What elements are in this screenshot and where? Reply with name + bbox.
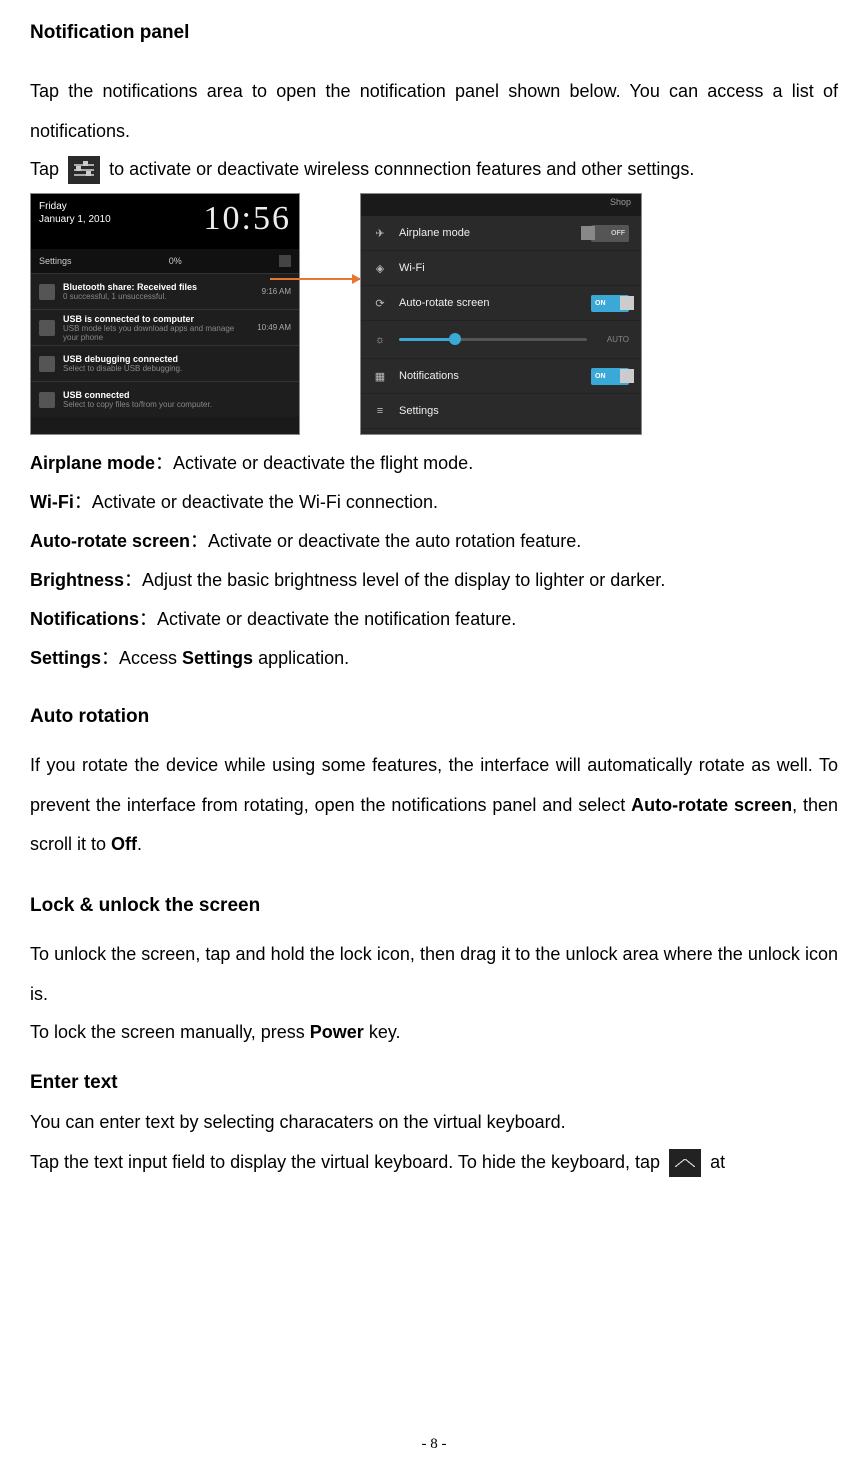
def-notifications: Notifications：Activate or deactivate the… bbox=[30, 601, 838, 637]
def-brightness: Brightness：Adjust the basic brightness l… bbox=[30, 562, 838, 598]
intro-paragraph: Tap the notifications area to open the n… bbox=[30, 72, 838, 151]
def-term: Airplane mode bbox=[30, 453, 155, 473]
lock-paragraph: To lock the screen manually, press Power… bbox=[30, 1014, 838, 1050]
autorotate-label: Auto-rotate screen bbox=[399, 297, 579, 309]
para-text: key. bbox=[364, 1022, 401, 1042]
def-desc: ：Activate or deactivate the Wi-Fi connec… bbox=[74, 492, 438, 512]
notif-sub: USB mode lets you download apps and mana… bbox=[63, 324, 249, 342]
brightness-slider bbox=[399, 338, 587, 341]
notif-header: Friday January 1, 2010 10:56 bbox=[31, 194, 299, 249]
heading-auto-rotation: Auto rotation bbox=[30, 706, 838, 728]
autorotation-paragraph: If you rotate the device while using som… bbox=[30, 746, 838, 865]
def-term: Settings bbox=[30, 648, 101, 668]
notif-sub: 0 successful, 1 unsuccessful. bbox=[63, 292, 254, 301]
hide-keyboard-icon bbox=[669, 1149, 701, 1177]
quick-row-brightness: ☼ AUTO bbox=[361, 321, 641, 359]
airplane-label: Airplane mode bbox=[399, 227, 579, 239]
quick-row-notifications: ▦ Notifications ON bbox=[361, 359, 641, 394]
page-number: - 8 - bbox=[0, 1436, 868, 1453]
notif-date: January 1, 2010 bbox=[39, 213, 111, 226]
def-desc: ：Activate or deactivate the auto rotatio… bbox=[190, 531, 581, 551]
quick-settings-icon bbox=[279, 255, 291, 267]
def-desc: ：Activate or deactivate the flight mode. bbox=[155, 453, 473, 473]
entertext-para1: You can enter text by selecting characat… bbox=[30, 1104, 838, 1140]
def-term: Notifications bbox=[30, 609, 139, 629]
para-bold: Off bbox=[111, 834, 137, 854]
unlock-paragraph: To unlock the screen, tap and hold the l… bbox=[30, 935, 838, 1014]
settings-label: Settings bbox=[399, 405, 629, 417]
tap-prefix: Tap bbox=[30, 159, 59, 179]
para-text: Tap the text input field to display the … bbox=[30, 1152, 665, 1172]
def-term: Brightness bbox=[30, 570, 124, 590]
para-bold: Auto-rotate screen bbox=[631, 795, 792, 815]
def-desc-1: ：Access bbox=[101, 648, 182, 668]
notif-title: USB is connected to computer bbox=[63, 314, 249, 324]
notif-time-label: 9:16 AM bbox=[262, 287, 291, 296]
notif-time-label: 10:49 AM bbox=[257, 323, 291, 332]
def-desc: ：Adjust the basic brightness level of th… bbox=[124, 570, 665, 590]
notifications-toggle: ON bbox=[591, 368, 629, 385]
airplane-icon: ✈ bbox=[373, 226, 387, 240]
bluetooth-icon bbox=[39, 284, 55, 300]
notif-item-bluetooth: Bluetooth share: Received files 0 succes… bbox=[31, 273, 299, 309]
slider-thumb bbox=[449, 333, 461, 345]
para-text: To lock the screen manually, press bbox=[30, 1022, 310, 1042]
notif-statusbar: Settings 0% bbox=[31, 249, 299, 273]
quick-row-wifi: ◈ Wi-Fi bbox=[361, 251, 641, 286]
wifi-icon: ◈ bbox=[373, 261, 387, 275]
notif-item-usb-debug: USB debugging connected Select to disabl… bbox=[31, 345, 299, 381]
para-bold: Power bbox=[310, 1022, 364, 1042]
notif-item-usb-storage: USB connected Select to copy files to/fr… bbox=[31, 381, 299, 417]
brightness-auto-label: AUTO bbox=[607, 335, 629, 344]
heading-notification-panel: Notification panel bbox=[30, 22, 838, 44]
para-text: . bbox=[137, 834, 142, 854]
wifi-label: Wi-Fi bbox=[399, 262, 629, 274]
notif-title: USB connected bbox=[63, 390, 291, 400]
quick-row-settings: ≡ Settings bbox=[361, 394, 641, 429]
quick-row-autorotate: ⟳ Auto-rotate screen ON bbox=[361, 286, 641, 321]
notif-title: Bluetooth share: Received files bbox=[63, 282, 254, 292]
bell-icon: ▦ bbox=[373, 369, 387, 383]
autorotate-toggle: ON bbox=[591, 295, 629, 312]
heading-lock-unlock: Lock & unlock the screen bbox=[30, 895, 838, 917]
entertext-para2: Tap the text input field to display the … bbox=[30, 1146, 838, 1178]
settings-toggle-icon bbox=[68, 156, 100, 184]
notif-day: Friday bbox=[39, 200, 111, 213]
def-settings: Settings：Access Settings application. bbox=[30, 640, 838, 676]
notif-title: USB debugging connected bbox=[63, 354, 291, 364]
def-airplane: Airplane mode：Activate or deactivate the… bbox=[30, 445, 838, 481]
def-term: Wi-Fi bbox=[30, 492, 74, 512]
notifications-label: Notifications bbox=[399, 370, 579, 382]
status-left: Settings bbox=[39, 256, 72, 266]
tap-suffix: to activate or deactivate wireless connn… bbox=[109, 159, 694, 179]
notif-item-usb-connected: USB is connected to computer USB mode le… bbox=[31, 309, 299, 345]
quick-row-airplane: ✈ Airplane mode OFF bbox=[361, 216, 641, 251]
airplane-toggle: OFF bbox=[591, 225, 629, 242]
debug-icon bbox=[39, 356, 55, 372]
heading-enter-text: Enter text bbox=[30, 1072, 838, 1094]
def-desc-bold: Settings bbox=[182, 648, 253, 668]
screenshot-notification-panel: Friday January 1, 2010 10:56 Settings 0%… bbox=[30, 193, 300, 435]
notif-time: 10:56 bbox=[204, 200, 291, 243]
quick-topbar: Shop bbox=[361, 194, 641, 216]
status-right: 0% bbox=[169, 256, 182, 266]
rotate-icon: ⟳ bbox=[373, 296, 387, 310]
brightness-icon: ☼ bbox=[373, 333, 387, 347]
notif-date-block: Friday January 1, 2010 bbox=[39, 200, 111, 243]
usb-icon bbox=[39, 320, 55, 336]
usb-storage-icon bbox=[39, 392, 55, 408]
def-autorotate: Auto-rotate screen：Activate or deactivat… bbox=[30, 523, 838, 559]
def-term: Auto-rotate screen bbox=[30, 531, 190, 551]
arrow-icon bbox=[270, 278, 360, 280]
def-desc: ：Activate or deactivate the notification… bbox=[139, 609, 516, 629]
def-wifi: Wi-Fi：Activate or deactivate the Wi-Fi c… bbox=[30, 484, 838, 520]
gear-icon: ≡ bbox=[373, 404, 387, 418]
def-desc-3: application. bbox=[253, 648, 349, 668]
para-text: at bbox=[710, 1152, 725, 1172]
notif-sub: Select to copy files to/from your comput… bbox=[63, 400, 291, 409]
tap-instruction-line: Tap to activate or deactivate wireless c… bbox=[30, 151, 838, 187]
screenshot-quick-settings: Shop ✈ Airplane mode OFF ◈ Wi-Fi ⟳ Auto-… bbox=[360, 193, 642, 435]
notif-sub: Select to disable USB debugging. bbox=[63, 364, 291, 373]
screenshots-row: Friday January 1, 2010 10:56 Settings 0%… bbox=[30, 193, 838, 435]
